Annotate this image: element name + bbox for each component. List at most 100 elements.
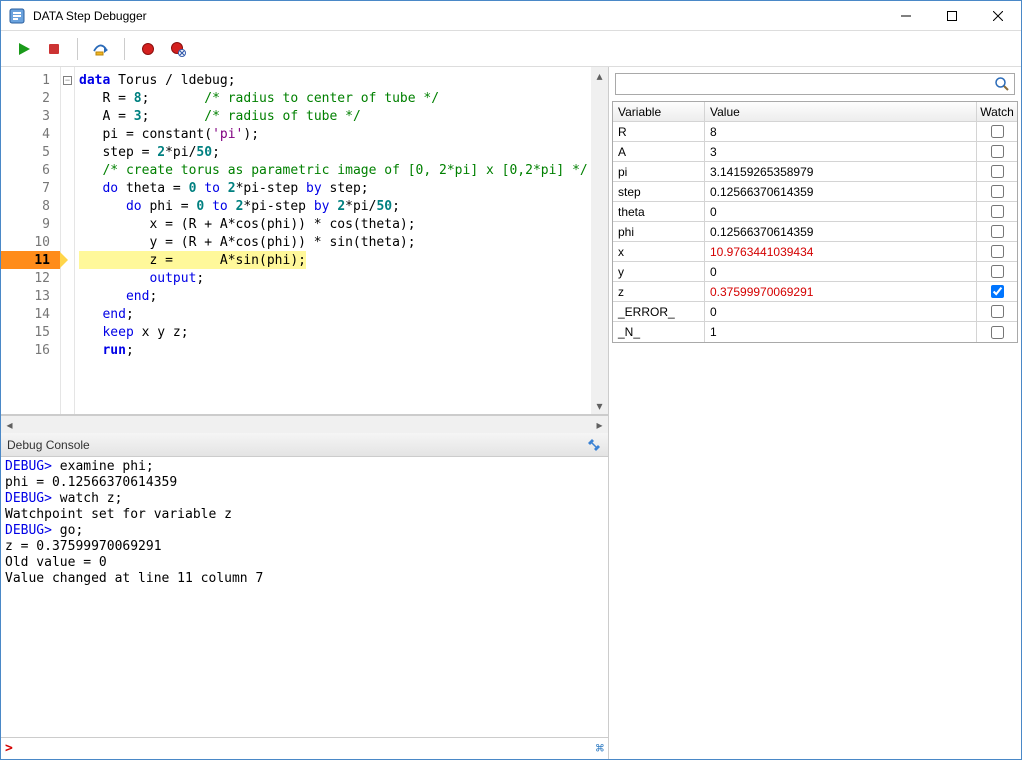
- console-input[interactable]: [15, 740, 596, 757]
- code-line[interactable]: A = 3; /* radius of tube */: [79, 107, 591, 125]
- line-number[interactable]: 12: [1, 269, 60, 287]
- stop-button[interactable]: [41, 36, 67, 62]
- line-number[interactable]: 16: [1, 341, 60, 359]
- variable-watch-cell: [977, 302, 1017, 322]
- code-line[interactable]: run;: [79, 341, 591, 359]
- code-line[interactable]: step = 2*pi/50;: [79, 143, 591, 161]
- toolbar: [1, 31, 1021, 67]
- line-number[interactable]: 11: [1, 251, 60, 269]
- watch-checkbox[interactable]: [991, 145, 1004, 158]
- line-number[interactable]: 14: [1, 305, 60, 323]
- variable-row[interactable]: y0: [613, 262, 1017, 282]
- code-line[interactable]: y = (R + A*cos(phi)) * sin(theta);: [79, 233, 591, 251]
- scroll-down-arrow-icon[interactable]: ▾: [591, 397, 608, 414]
- line-number[interactable]: 10: [1, 233, 60, 251]
- variable-value-cell: 0: [705, 302, 977, 322]
- line-number[interactable]: 13: [1, 287, 60, 305]
- line-number[interactable]: 15: [1, 323, 60, 341]
- watch-checkbox[interactable]: [991, 285, 1004, 298]
- console-output[interactable]: DEBUG> examine phi;phi = 0.1256637061435…: [1, 457, 608, 737]
- stop-icon: [47, 42, 61, 56]
- watch-checkbox[interactable]: [991, 305, 1004, 318]
- toggle-breakpoint-button[interactable]: [135, 36, 161, 62]
- variable-row[interactable]: A3: [613, 142, 1017, 162]
- search-icon[interactable]: [994, 76, 1010, 92]
- run-button[interactable]: [11, 36, 37, 62]
- line-number[interactable]: 9: [1, 215, 60, 233]
- code-line[interactable]: /* create torus as parametric image of […: [79, 161, 591, 179]
- scroll-left-arrow-icon[interactable]: ◂: [1, 416, 18, 433]
- left-pane: 12345678910111213141516 − data Torus / l…: [1, 67, 609, 759]
- column-header-variable[interactable]: Variable: [613, 102, 705, 122]
- variable-row[interactable]: _N_1: [613, 322, 1017, 342]
- line-number[interactable]: 3: [1, 107, 60, 125]
- variables-table[interactable]: VariableValueWatchR8A3pi3.14159265358979…: [612, 101, 1018, 343]
- horizontal-scrollbar[interactable]: ◂ ▸: [1, 415, 608, 433]
- variable-row[interactable]: z0.37599970069291: [613, 282, 1017, 302]
- vertical-scrollbar[interactable]: ▴ ▾: [591, 67, 608, 414]
- scroll-track[interactable]: [18, 416, 591, 433]
- console-line: DEBUG> examine phi;: [5, 459, 604, 475]
- column-header-watch[interactable]: Watch: [977, 102, 1017, 122]
- line-number[interactable]: 6: [1, 161, 60, 179]
- scroll-track[interactable]: [591, 84, 608, 397]
- maximize-button[interactable]: [929, 1, 975, 31]
- code-line[interactable]: do theta = 0 to 2*pi-step by step;: [79, 179, 591, 197]
- line-number[interactable]: 5: [1, 143, 60, 161]
- tools-icon[interactable]: [586, 437, 602, 453]
- close-button[interactable]: [975, 1, 1021, 31]
- variable-search-input[interactable]: [620, 76, 994, 92]
- watch-checkbox[interactable]: [991, 265, 1004, 278]
- command-key-icon[interactable]: ⌘: [596, 741, 604, 757]
- variable-value-cell: 3: [705, 142, 977, 162]
- variable-search-box[interactable]: [615, 73, 1015, 95]
- fold-column[interactable]: −: [61, 67, 75, 414]
- code-line[interactable]: keep x y z;: [79, 323, 591, 341]
- toolbar-separator: [77, 38, 78, 60]
- code-line[interactable]: pi = constant('pi');: [79, 125, 591, 143]
- line-number[interactable]: 4: [1, 125, 60, 143]
- variable-watch-cell: [977, 202, 1017, 222]
- code-line[interactable]: R = 8; /* radius to center of tube */: [79, 89, 591, 107]
- watch-checkbox[interactable]: [991, 165, 1004, 178]
- toolbar-separator: [124, 38, 125, 60]
- watch-checkbox[interactable]: [991, 125, 1004, 138]
- watch-checkbox[interactable]: [991, 326, 1004, 339]
- variable-row[interactable]: R8: [613, 122, 1017, 142]
- variable-value-cell: 0: [705, 202, 977, 222]
- code-line[interactable]: end;: [79, 305, 591, 323]
- watch-checkbox[interactable]: [991, 225, 1004, 238]
- line-number[interactable]: 7: [1, 179, 60, 197]
- line-number[interactable]: 2: [1, 89, 60, 107]
- clear-breakpoints-button[interactable]: [165, 36, 191, 62]
- watch-checkbox[interactable]: [991, 185, 1004, 198]
- window-title: DATA Step Debugger: [33, 9, 883, 23]
- fold-toggle[interactable]: −: [63, 76, 72, 85]
- variable-row[interactable]: pi3.14159265358979: [613, 162, 1017, 182]
- code-line[interactable]: end;: [79, 287, 591, 305]
- code-line[interactable]: data Torus / ldebug;: [79, 71, 591, 89]
- gutter[interactable]: 12345678910111213141516: [1, 67, 61, 414]
- variable-row[interactable]: phi0.12566370614359: [613, 222, 1017, 242]
- column-header-value[interactable]: Value: [705, 102, 977, 122]
- line-number[interactable]: 8: [1, 197, 60, 215]
- variable-row[interactable]: _ERROR_0: [613, 302, 1017, 322]
- line-number[interactable]: 1: [1, 71, 60, 89]
- variable-row[interactable]: x10.9763441039434: [613, 242, 1017, 262]
- code-editor[interactable]: 12345678910111213141516 − data Torus / l…: [1, 67, 608, 415]
- minimize-button[interactable]: [883, 1, 929, 31]
- code-body[interactable]: data Torus / ldebug; R = 8; /* radius to…: [75, 67, 591, 414]
- code-line[interactable]: do phi = 0 to 2*pi-step by 2*pi/50;: [79, 197, 591, 215]
- scroll-right-arrow-icon[interactable]: ▸: [591, 416, 608, 433]
- variable-row[interactable]: theta0: [613, 202, 1017, 222]
- variable-name-cell: theta: [613, 202, 705, 222]
- code-line[interactable]: output;: [79, 269, 591, 287]
- code-line[interactable]: x = (R + A*cos(phi)) * cos(theta);: [79, 215, 591, 233]
- watch-checkbox[interactable]: [991, 205, 1004, 218]
- variables-header-row[interactable]: VariableValueWatch: [613, 102, 1017, 122]
- variable-row[interactable]: step0.12566370614359: [613, 182, 1017, 202]
- code-line[interactable]: z = A*sin(phi);: [79, 251, 306, 269]
- scroll-up-arrow-icon[interactable]: ▴: [591, 67, 608, 84]
- step-over-button[interactable]: [88, 36, 114, 62]
- watch-checkbox[interactable]: [991, 245, 1004, 258]
